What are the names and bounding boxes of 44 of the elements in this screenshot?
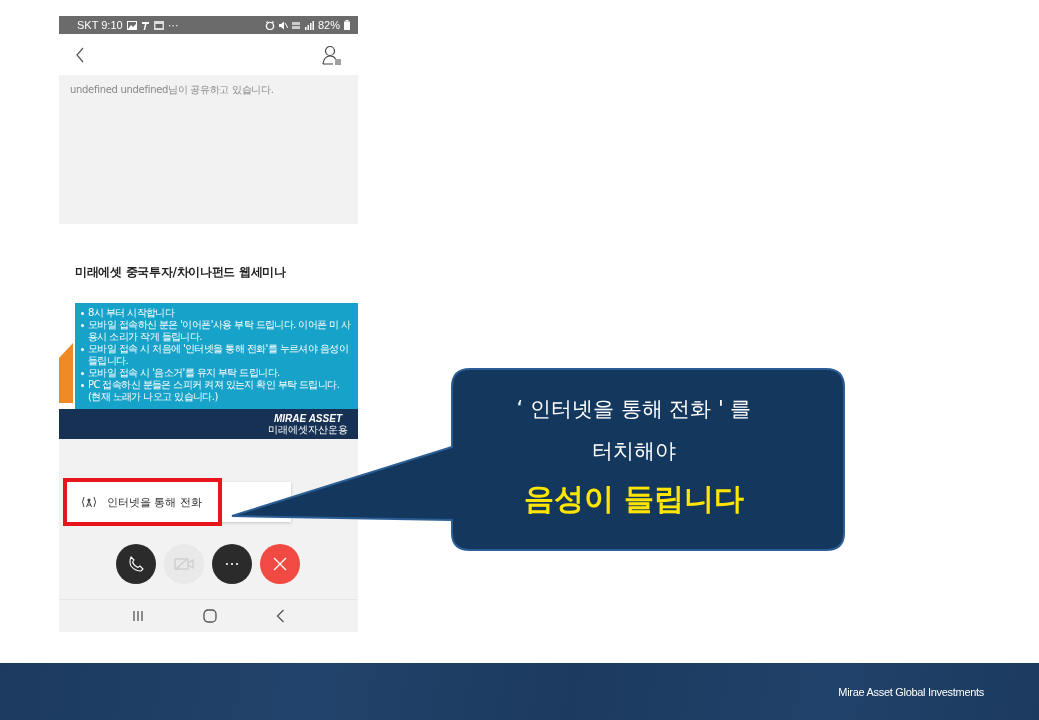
brand-text: Mirae Asset Global Investments xyxy=(838,685,984,698)
phone-button[interactable] xyxy=(116,544,156,584)
participants-icon[interactable] xyxy=(322,44,342,65)
home-icon[interactable] xyxy=(203,609,217,623)
text-icon xyxy=(140,20,150,30)
mute-icon xyxy=(278,20,288,30)
phone-icon xyxy=(127,555,145,573)
bullet-item: PC 접속하신 분들은 스피커 켜져 있는지 확인 부탁 드립니다. (현재 노래가 나오고 있습니다.) xyxy=(88,379,341,403)
logo-text: MIRAE ASSET xyxy=(274,413,342,424)
bullet-dot-icon xyxy=(81,324,84,327)
bullet-dot-icon xyxy=(81,348,84,351)
close-icon xyxy=(273,557,287,571)
callout-emphasis: 음성이 들립니다 xyxy=(523,480,745,518)
callout-text: ‘ 인터넷을 통해 전화 ' 를 xyxy=(516,396,752,423)
back-icon[interactable] xyxy=(75,46,85,63)
bullet-dot-icon xyxy=(81,312,84,315)
more-icon xyxy=(225,562,239,566)
signal-icon xyxy=(304,20,314,30)
bullet-dot-icon xyxy=(81,372,84,375)
bullet-dot-icon xyxy=(81,384,84,387)
more-button[interactable] xyxy=(212,544,252,584)
bullet-item: 모바일 접속하신 분은 '이어폰'사용 부탁 드립니다. 이어폰 미 사용시 소리가 작게 들립니다. xyxy=(88,319,352,343)
accent-stripe xyxy=(59,343,73,403)
battery-icon xyxy=(344,20,350,30)
bullet-item: 8시 부터 시작합니다 xyxy=(88,307,175,319)
status-time: SKT 9:10 xyxy=(77,19,123,31)
image-icon xyxy=(126,20,137,30)
slide-title: 미래에셋 중국투자/차이나펀드 웹세미나 xyxy=(74,264,287,281)
recent-apps-icon[interactable] xyxy=(132,610,145,622)
logo-subtext: 미래에셋자산운용 xyxy=(268,424,348,435)
menu-item[interactable]: 인터넷을 통해 전화 xyxy=(63,478,222,526)
window-icon xyxy=(153,20,164,30)
antenna-icon xyxy=(81,496,97,508)
video-off-icon xyxy=(174,557,194,571)
alarm-icon xyxy=(264,20,275,30)
back-icon[interactable] xyxy=(275,609,285,623)
lte-icon xyxy=(291,20,301,30)
more-dots: ··· xyxy=(167,19,179,31)
callout-text: 터치해야 xyxy=(592,438,676,465)
hangup-button[interactable] xyxy=(260,544,300,584)
sharing-notice: undefined undefined님이 공유하고 있습니다. xyxy=(69,83,275,97)
bullet-item: 모바일 접속 시 '음소거'를 유지 부탁 드립니다. xyxy=(88,367,280,379)
bullet-item: 모바일 접속 시 처음에 '인터넷을 통해 전화'를 누르셔야 음성이 들립니다. xyxy=(88,343,349,367)
battery-percent: 82% xyxy=(317,19,340,31)
